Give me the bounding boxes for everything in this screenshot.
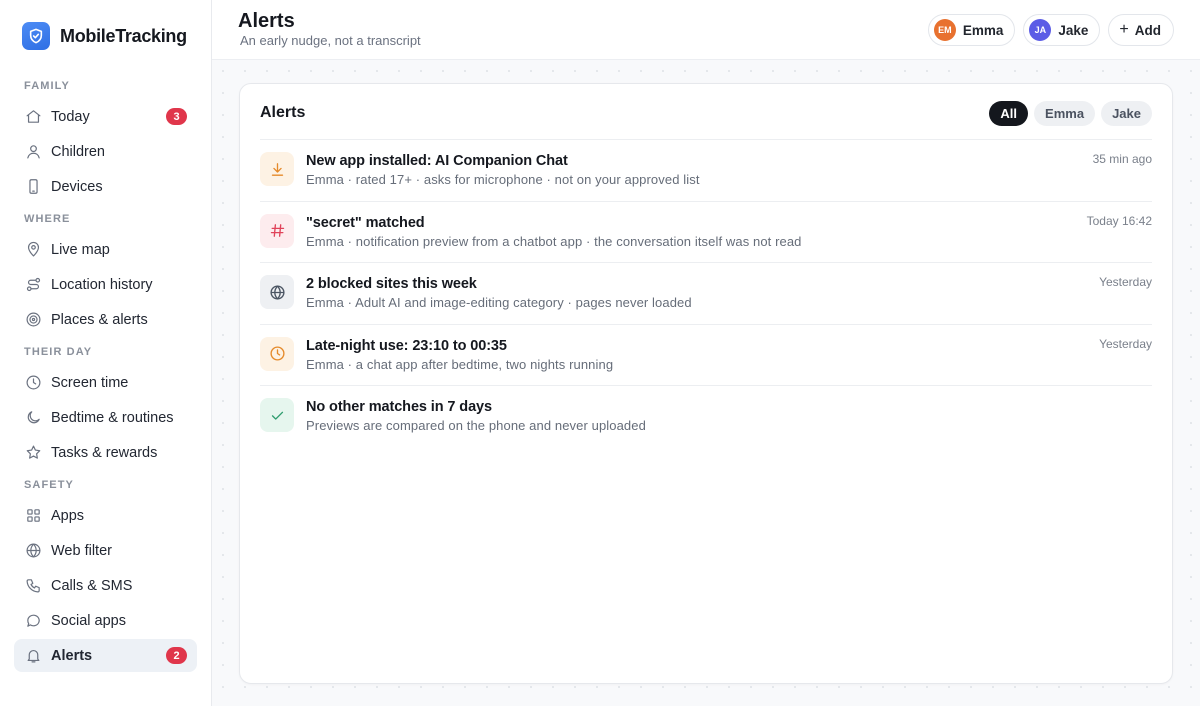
- map-pin-icon: [24, 241, 42, 259]
- filter-emma[interactable]: Emma: [1034, 101, 1096, 126]
- sidebar-item-label: Live map: [51, 241, 110, 258]
- alerts-card: Alerts All Emma Jake New app installed: AI…: [239, 83, 1173, 684]
- card-title: Alerts: [260, 104, 306, 121]
- sidebar-item-tasks-and-rewards[interactable]: Tasks & rewards: [14, 436, 197, 469]
- sidebar-item-label: Today: [51, 108, 90, 125]
- sidebar-item-label: Places & alerts: [51, 311, 148, 328]
- sidebar-item-calls-and-sms[interactable]: Calls & SMS: [14, 569, 197, 602]
- sidebar-item-social-apps[interactable]: Social apps: [14, 604, 197, 637]
- globe-icon: [24, 542, 42, 560]
- alert-title: New app installed: AI Companion Chat: [306, 153, 568, 169]
- star-icon: [24, 444, 42, 462]
- alert-title: No other matches in 7 days: [306, 399, 492, 415]
- child-name: Emma: [962, 22, 1004, 38]
- count-badge: 2: [166, 647, 187, 664]
- alert-detail: Emma · rated 17+ · asks for microphone ·…: [306, 172, 700, 187]
- child-name: Jake: [1058, 22, 1089, 38]
- route-icon: [24, 276, 42, 294]
- nav-section-safety: SAFETY: [24, 479, 74, 491]
- home-icon: [24, 108, 42, 126]
- sidebar-item-label: Location history: [51, 276, 153, 293]
- child-filter: All Emma Jake: [989, 101, 1152, 126]
- globe-icon: [260, 275, 294, 309]
- child-switcher: EM Emma JA Jake + Add: [927, 14, 1174, 46]
- alert-detail: Emma · notification preview from a chatb…: [306, 233, 802, 249]
- sidebar-item-places-and-alerts[interactable]: Places & alerts: [14, 303, 197, 336]
- page-title: Alerts: [238, 10, 295, 32]
- sidebar: MobileTracking FAMILY Today 3 Children Devic…: [0, 0, 212, 706]
- sidebar-item-children[interactable]: Children: [14, 135, 197, 168]
- alert-time: Yesterday: [1099, 336, 1152, 351]
- alert-title: 2 blocked sites this week: [306, 276, 477, 292]
- count-badge: 3: [166, 108, 187, 125]
- phone-call-icon: [24, 577, 42, 595]
- clock-icon: [24, 374, 42, 392]
- sidebar-item-label: Screen time: [51, 374, 129, 391]
- top-bar: Alerts An early nudge, not a transcript …: [212, 0, 1200, 60]
- alert-list: New app installed: AI Companion Chat Emma…: [260, 139, 1152, 447]
- alert-row[interactable]: Late-night use: 23:10 to 00:35 Emma · a c…: [260, 323, 1152, 386]
- child-chip-jake[interactable]: JA Jake: [1023, 14, 1101, 46]
- sidebar-item-apps[interactable]: Apps: [14, 499, 197, 532]
- add-label: Add: [1134, 22, 1161, 38]
- alert-row[interactable]: No other matches in 7 days Previews are c…: [260, 385, 1152, 447]
- alert-detail: Emma · a chat app after bedtime, two nig…: [306, 356, 614, 372]
- sidebar-item-screen-time[interactable]: Screen time: [14, 366, 197, 399]
- bell-icon: [24, 647, 42, 665]
- alert-detail: Emma · Adult AI and image-editing catego…: [306, 295, 692, 310]
- brand-name: MobileTracking: [60, 25, 187, 46]
- sidebar-item-devices[interactable]: Devices: [14, 170, 197, 203]
- avatar: EM: [933, 19, 956, 41]
- sidebar-item-label: Alerts: [51, 647, 93, 664]
- check-icon: [260, 398, 294, 432]
- sidebar-item-label: Apps: [51, 507, 85, 524]
- sidebar-item-label: Devices: [51, 178, 103, 195]
- sidebar-item-label: Children: [51, 143, 105, 160]
- filter-jake[interactable]: Jake: [1101, 101, 1152, 126]
- sidebar-item-label: Tasks & rewards: [51, 444, 158, 461]
- chat-bubble-icon: [24, 612, 42, 630]
- nav-section-where: WHERE: [24, 213, 71, 225]
- sidebar-item-alerts[interactable]: Alerts 2: [14, 639, 197, 672]
- alert-time: Yesterday: [1099, 275, 1152, 289]
- main-content: Alerts All Emma Jake New app installed: AI…: [212, 60, 1200, 706]
- download-icon: [260, 152, 294, 186]
- sidebar-item-location-history[interactable]: Location history: [14, 268, 197, 301]
- user-icon: [24, 143, 42, 161]
- alert-time: Today 16:42: [1086, 213, 1152, 228]
- sidebar-nav: FAMILY Today 3 Children Devices WHERE Live map…: [0, 72, 211, 672]
- avatar: JA: [1029, 19, 1052, 41]
- nav-section-family: FAMILY: [24, 80, 70, 92]
- target-icon: [24, 311, 42, 329]
- moon-icon: [24, 409, 42, 427]
- add-child-button[interactable]: + Add: [1108, 14, 1174, 46]
- plus-icon: +: [1119, 21, 1129, 38]
- alert-row[interactable]: "secret" matched Emma · notification prev…: [260, 200, 1152, 263]
- sidebar-item-today[interactable]: Today 3: [14, 100, 197, 133]
- alert-time: 35 min ago: [1092, 152, 1152, 166]
- nav-section-their-day: THEIR DAY: [24, 346, 93, 358]
- clock-icon: [260, 336, 294, 371]
- alert-row[interactable]: 2 blocked sites this week Emma · Adult AI…: [260, 262, 1152, 324]
- sidebar-item-label: Web filter: [51, 542, 112, 559]
- sidebar-item-label: Calls & SMS: [51, 577, 133, 594]
- brand[interactable]: MobileTracking: [0, 0, 211, 72]
- sidebar-item-bedtime-and-routines[interactable]: Bedtime & routines: [14, 401, 197, 434]
- shield-logo-icon: [22, 22, 50, 50]
- alert-title: "secret" matched: [306, 214, 425, 231]
- child-chip-emma[interactable]: EM Emma: [927, 14, 1016, 46]
- alert-title: Late-night use: 23:10 to 00:35: [306, 337, 507, 354]
- alert-detail: Previews are compared on the phone and n…: [306, 418, 646, 433]
- hashtag-icon: [260, 213, 294, 248]
- page-subtitle: An early nudge, not a transcript: [240, 33, 421, 48]
- sidebar-item-web-filter[interactable]: Web filter: [14, 534, 197, 567]
- grid-icon: [24, 507, 42, 525]
- filter-all[interactable]: All: [989, 101, 1029, 126]
- sidebar-item-live-map[interactable]: Live map: [14, 233, 197, 266]
- sidebar-item-label: Social apps: [51, 612, 126, 629]
- alert-row[interactable]: New app installed: AI Companion Chat Emma…: [260, 139, 1152, 201]
- phone-icon: [24, 178, 42, 196]
- sidebar-item-label: Bedtime & routines: [51, 409, 174, 426]
